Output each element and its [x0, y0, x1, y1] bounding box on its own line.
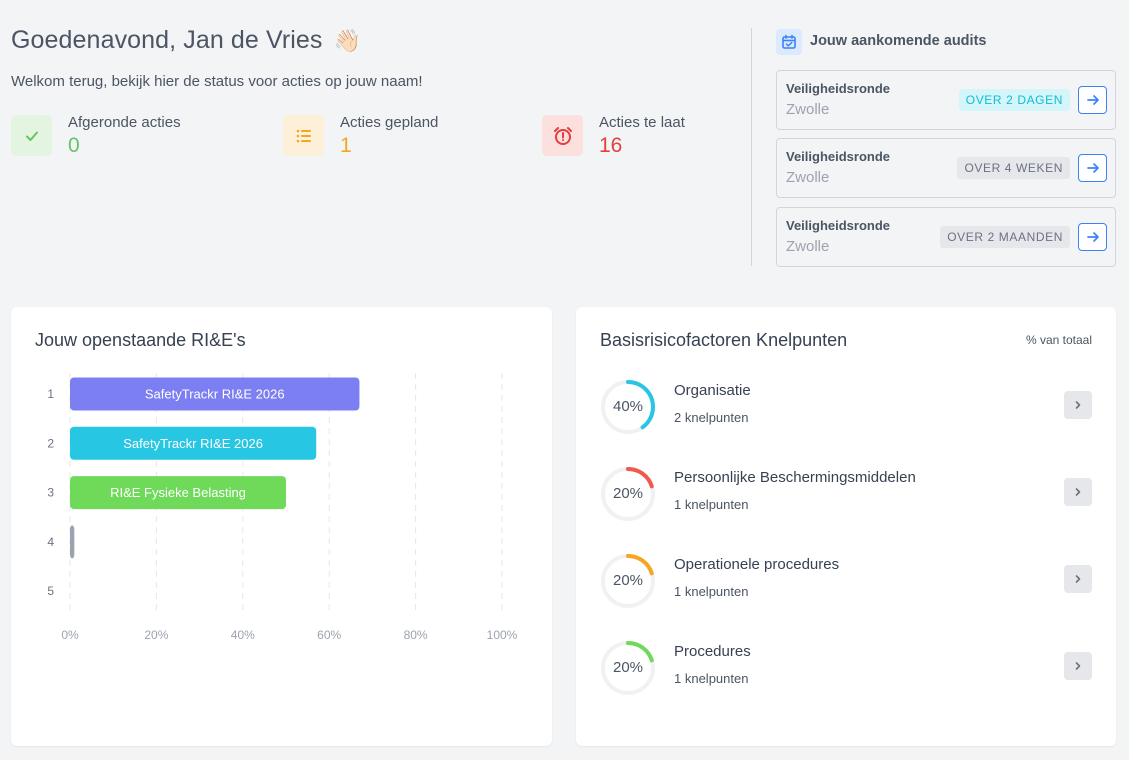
card-title: Basisrisicofactoren Knelpunten: [600, 330, 848, 350]
risk-factor-count: 1 knelpunten: [674, 497, 749, 512]
audit-card[interactable]: Veiligheidsronde Zwolle OVER 2 DAGEN: [776, 70, 1116, 130]
bar-label: SafetyTrackr RI&E 2026: [123, 436, 263, 451]
chevron-right-icon: [1075, 662, 1081, 670]
y-tick-label: 1: [47, 387, 54, 401]
list-icon: [283, 115, 324, 156]
rie-bar-chart: 0% 20% 40% 60% 80% 100% 1 SafetyTrackr RI&E 202…: [47, 373, 518, 642]
chevron-right-icon: [1075, 575, 1081, 583]
arrow-right-icon: [1086, 232, 1099, 242]
audit-type: Veiligheidsronde: [786, 149, 891, 164]
x-tick-label: 100%: [487, 628, 518, 642]
open-audit-button[interactable]: [1078, 154, 1107, 182]
audit-location: Zwolle: [786, 238, 830, 255]
open-risk-factor-button[interactable]: [1064, 565, 1092, 593]
stat-label: Afgeronde acties: [68, 114, 181, 131]
open-audit-button[interactable]: [1078, 86, 1107, 114]
stat-label: Acties te laat: [599, 114, 685, 131]
audit-due-badge: OVER 4 WEKEN: [957, 157, 1070, 179]
risk-factor-count: 1 knelpunten: [674, 584, 749, 599]
y-tick-label: 4: [47, 535, 54, 549]
audit-location: Zwolle: [786, 169, 830, 186]
audit-type: Veiligheidsronde: [786, 218, 891, 233]
waving-hand-icon: 👋🏻: [333, 28, 362, 53]
stat-value: 0: [68, 134, 80, 157]
audit-card[interactable]: Veiligheidsronde Zwolle OVER 4 WEKEN: [776, 138, 1116, 198]
risk-factor-name: Procedures: [674, 643, 751, 660]
welcome-message: Welkom terug, bekijk hier de status voor…: [11, 73, 423, 90]
arrow-right-icon: [1086, 95, 1099, 105]
risk-factor-row[interactable]: 20% Persoonlijke Beschermingsmiddelen 1 kn…: [600, 466, 1092, 524]
open-risk-factor-button[interactable]: [1064, 478, 1092, 506]
arrow-right-icon: [1086, 163, 1099, 173]
open-risk-factor-button[interactable]: [1064, 652, 1092, 680]
percentage-label: 20%: [612, 572, 644, 589]
risk-factor-count: 1 knelpunten: [674, 671, 749, 686]
x-tick-label: 80%: [404, 628, 428, 642]
percentage-label: 40%: [612, 398, 644, 415]
percentage-label: 20%: [612, 659, 644, 676]
risk-factor-count: 2 knelpunten: [674, 410, 749, 425]
bar-label: RI&E Fysieke Belasting: [110, 485, 246, 500]
chevron-right-icon: [1075, 488, 1081, 496]
risk-factor-row[interactable]: 20% Procedures 1 knelpunten: [600, 640, 1092, 698]
x-tick-label: 60%: [317, 628, 341, 642]
greeting-text: Goedenavond, Jan de Vries: [11, 26, 323, 54]
dashboard-header: Goedenavond, Jan de Vries 👋🏻 Welkom teru…: [0, 0, 1129, 290]
risk-factor-name: Persoonlijke Beschermingsmiddelen: [674, 469, 916, 486]
audit-type: Veiligheidsronde: [786, 81, 891, 96]
stat-value: 1: [340, 134, 352, 157]
x-tick-label: 40%: [231, 628, 255, 642]
alarm-clock-icon: [542, 115, 583, 156]
y-tick-label: 2: [47, 436, 54, 450]
audit-location: Zwolle: [786, 101, 830, 118]
risk-factor-name: Operationele procedures: [674, 556, 840, 573]
audit-due-badge: OVER 2 DAGEN: [958, 89, 1070, 111]
greeting-title: Goedenavond, Jan de Vries 👋🏻: [11, 26, 361, 55]
calendar-check-icon: [776, 29, 802, 55]
section-divider: [751, 28, 752, 266]
y-tick-label: 3: [47, 486, 54, 500]
open-rie-card: Jouw openstaande RI&E's 0% 20% 40% 60% 80% 10…: [11, 307, 552, 746]
chevron-right-icon: [1075, 401, 1081, 409]
y-tick-label: 5: [47, 584, 54, 598]
x-tick-label: 0%: [61, 628, 79, 642]
risk-factor-name: Organisatie: [674, 382, 751, 399]
risk-factor-row[interactable]: 40% Organisatie 2 knelpunten: [600, 379, 1092, 437]
risk-factor-row[interactable]: 20% Operationele procedures 1 knelpunten: [600, 553, 1092, 611]
open-risk-factor-button[interactable]: [1064, 391, 1092, 419]
bar: [70, 525, 75, 559]
audits-title: Jouw aankomende audits: [810, 33, 987, 49]
audit-due-badge: OVER 2 MAANDEN: [940, 226, 1070, 248]
risk-factors-card: Basisrisicofactoren Knelpunten % van tot…: [576, 307, 1116, 746]
bar-label: SafetyTrackr RI&E 2026: [145, 387, 285, 402]
open-audit-button[interactable]: [1078, 223, 1107, 251]
x-tick-label: 20%: [144, 628, 168, 642]
audit-card[interactable]: Veiligheidsronde Zwolle OVER 2 MAANDEN: [776, 207, 1116, 267]
check-icon: [11, 115, 52, 156]
stat-label: Acties gepland: [340, 114, 439, 131]
card-subtitle: % van totaal: [1025, 333, 1092, 347]
stat-value: 16: [599, 134, 623, 157]
percentage-label: 20%: [612, 485, 644, 502]
